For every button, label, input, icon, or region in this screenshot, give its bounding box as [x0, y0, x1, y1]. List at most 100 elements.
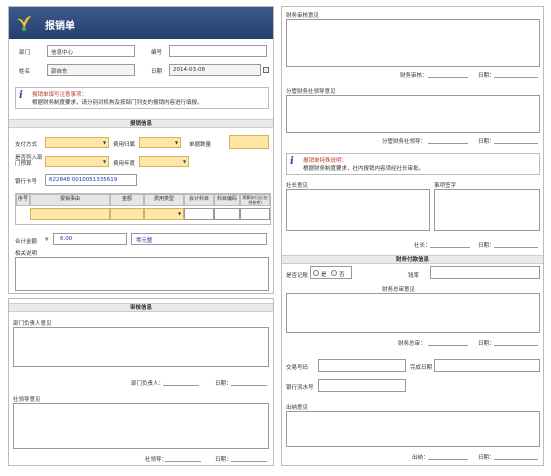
radio-no-label: 否 [339, 272, 345, 278]
complete-date-input[interactable] [434, 359, 540, 372]
fin-director-date-line[interactable] [494, 345, 538, 346]
special-notice-box: i 报销单特殊说明： 根据财务制度要求，社内报销内容须经社长审批。 [286, 153, 540, 175]
fin-leader-sign-line[interactable] [428, 143, 468, 144]
total-amount: 6.00 [53, 233, 127, 245]
fin-director-sign-label: 财务总审： [398, 341, 426, 347]
bank-serial-label: 银行流水号 [286, 385, 314, 391]
payment-section-header: 财务付款信息 [282, 255, 543, 264]
company-date-label: 日期： [215, 457, 232, 463]
voucher-radio-group: 是 否 [310, 266, 352, 279]
total-uppercase: 零元整 [131, 233, 267, 245]
affairs-sign-label: 事项签字 [434, 183, 457, 189]
pay-method-label: 支付方式 [15, 142, 38, 148]
notes-textarea[interactable] [15, 257, 269, 291]
finance-sign-line[interactable] [428, 77, 468, 78]
president-date-label: 日期： [478, 243, 495, 249]
amount-input[interactable] [110, 208, 144, 220]
cashier-sign-label: 出纳： [412, 455, 429, 461]
cashier-opinion-textarea[interactable] [286, 411, 540, 447]
voucher-label: 是否记账 [286, 273, 309, 279]
finance-opinion-textarea[interactable] [286, 19, 540, 67]
cashier-rate-label: 钱率 [408, 273, 420, 279]
cashier-date-line[interactable] [494, 459, 538, 460]
affairs-sign-textarea[interactable] [434, 189, 540, 231]
cashier-opinion-label: 出纳意见 [286, 405, 309, 411]
finance-sign-label: 财务审核： [400, 73, 428, 79]
radio-no[interactable] [331, 270, 337, 276]
bank-serial-input[interactable] [318, 379, 406, 392]
form-title: 报销单 [45, 21, 75, 32]
dept-leader-sign-label: 部门负责人： [131, 381, 165, 387]
president-date-line[interactable] [494, 247, 538, 248]
title-bar: 报销单 [9, 7, 273, 39]
pay-method-select[interactable]: ▼ [45, 137, 109, 148]
dept-leader-sign-line[interactable] [163, 385, 199, 386]
fin-leader-date-line[interactable] [494, 143, 538, 144]
notice-box: i 报销单填写注意事项： 根据财务制度要求，请分别对机构及按部门列支的报销内容进… [15, 87, 269, 109]
company-opinion-label: 社领导意见 [13, 397, 41, 403]
finance-opinion-label: 财务审核意见 [286, 13, 320, 19]
radio-yes[interactable] [313, 270, 319, 276]
fin-director-date-label: 日期： [478, 341, 495, 347]
bank-card-label: 银行卡号 [15, 179, 38, 185]
col-header: 报销事由 [30, 194, 110, 206]
reason-input[interactable] [30, 208, 110, 220]
fin-leader-sign-label: 分管财务社领导： [382, 139, 427, 145]
dropdown-arrow-icon: ▼ [102, 159, 107, 164]
fin-director-opinion-textarea[interactable] [286, 293, 540, 333]
cashier-rate-input[interactable] [430, 266, 540, 279]
doc-count-input[interactable] [229, 135, 269, 149]
finance-date-label: 日期： [478, 73, 495, 79]
company-date-line[interactable] [231, 461, 267, 462]
info-icon: i [290, 156, 294, 167]
col-header: 费用类型 [144, 194, 184, 206]
company-sign-line[interactable] [165, 461, 201, 462]
col-header: 金额 [110, 194, 144, 206]
cost-owner-select[interactable]: ▼ [139, 137, 181, 148]
code-field[interactable] [169, 45, 267, 57]
code-label: 编号 [151, 50, 163, 56]
president-sign-line[interactable] [430, 247, 470, 248]
dropdown-arrow-icon: ▼ [177, 211, 182, 216]
dept-leader-date-label: 日期： [215, 381, 232, 387]
calendar-icon[interactable] [263, 67, 269, 73]
company-sign-label: 社领导： [145, 457, 168, 463]
bank-card-input[interactable]: 622848 0010051335619 [45, 174, 137, 186]
date-field[interactable]: 2014-03-08 [169, 64, 261, 76]
fin-leader-opinion-textarea[interactable] [286, 95, 540, 133]
special-notice-title: 报销单特殊说明： [303, 158, 348, 164]
cashier-sign-line[interactable] [428, 459, 468, 460]
president-opinion-textarea[interactable] [286, 189, 430, 231]
approve-section-header: 审核信息 [9, 303, 273, 312]
reimb-section-header: 报销信息 [9, 119, 273, 128]
app-logo-icon [17, 16, 31, 31]
company-opinion-textarea[interactable] [13, 403, 269, 449]
dept-leader-date-line[interactable] [231, 385, 267, 386]
cost-owner-label: 费用归属 [113, 142, 136, 148]
dropdown-arrow-icon: ▼ [182, 159, 187, 164]
reimbursement-form-panel: 报销单 部门 信息中心 编号 姓名 郭自东 日期 2014-03-08 i 报销… [8, 6, 274, 294]
finance-date-line[interactable] [494, 77, 538, 78]
payment-no-label: 交易号码 [286, 365, 309, 371]
fin-director-sign-line[interactable] [428, 345, 468, 346]
account-code-input[interactable] [214, 208, 240, 220]
col-header: 预算执行比(仅供参考) [240, 194, 270, 206]
dept-leader-opinion-textarea[interactable] [13, 327, 269, 367]
payment-no-input[interactable] [318, 359, 406, 372]
doc-count-label: 单据数量 [189, 142, 212, 148]
cost-year-select[interactable]: ▼ [139, 156, 189, 167]
budget-ratio-cell [240, 208, 270, 220]
account-input[interactable] [184, 208, 214, 220]
dept-budget-select[interactable]: ▼ [45, 156, 109, 167]
notice-title: 报销单填写注意事项： [32, 92, 88, 98]
name-field[interactable]: 郭自东 [47, 64, 135, 76]
info-icon: i [19, 90, 23, 101]
dept-leader-opinion-label: 部门负责人意见 [13, 321, 52, 327]
right-approval-panel: 财务审核意见 财务审核： 日期： 分管财务社领导意见 分管财务社领导： 日期： … [281, 6, 544, 466]
radio-yes-label: 是 [321, 272, 327, 278]
col-header: 会计科目 [184, 194, 214, 206]
dept-field[interactable]: 信息中心 [47, 45, 135, 57]
dropdown-arrow-icon: ▼ [102, 140, 107, 145]
cost-type-select[interactable]: ▼ [144, 208, 184, 220]
special-notice-text: 根据财务制度要求，社内报销内容须经社长审批。 [303, 166, 425, 172]
